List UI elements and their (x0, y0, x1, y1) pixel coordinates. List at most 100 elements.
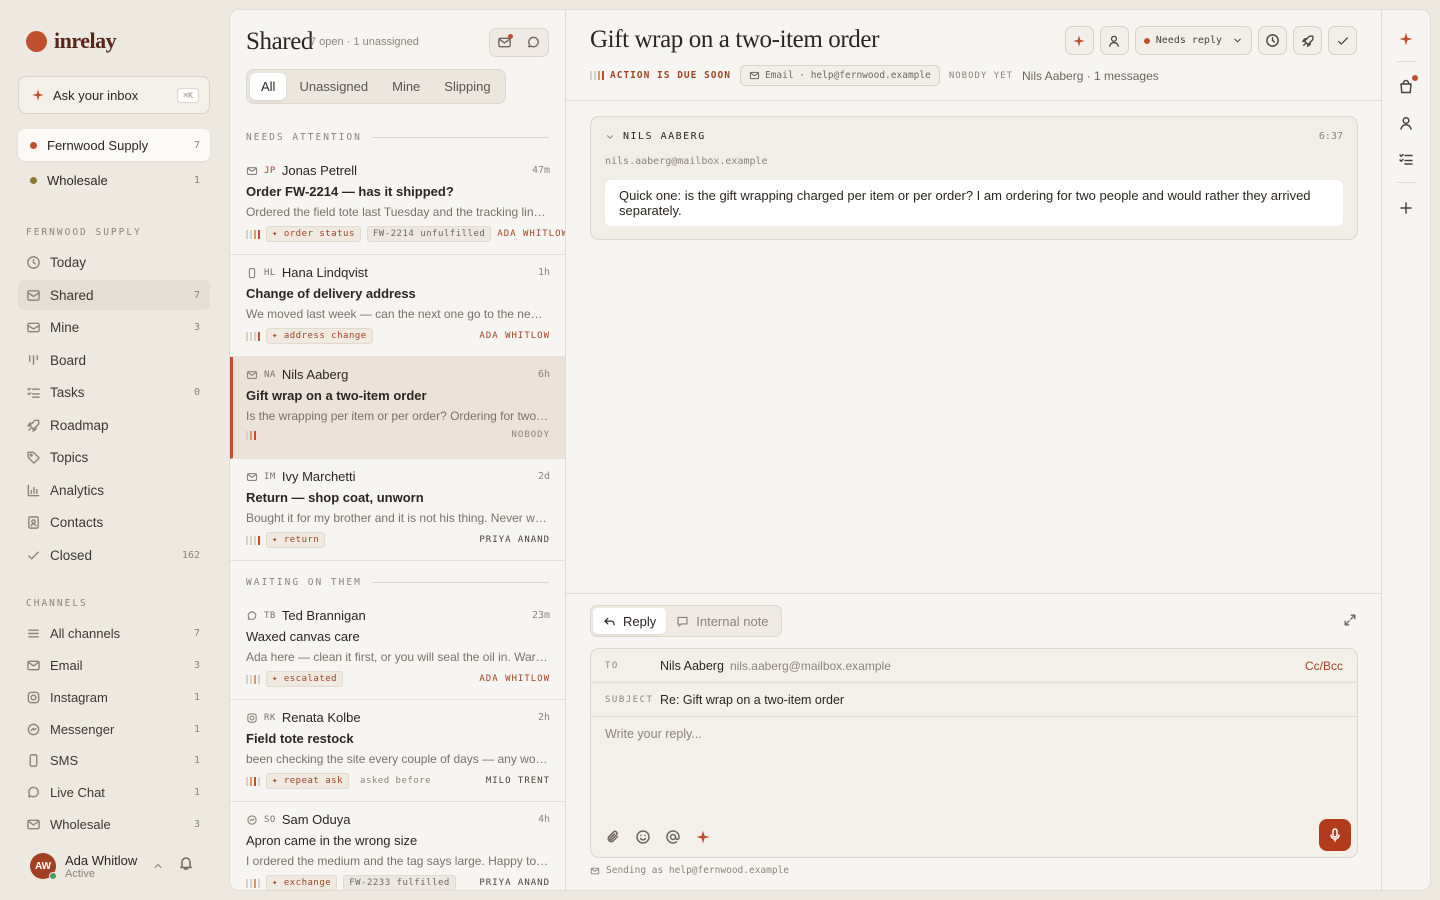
nav-item-roadmap[interactable]: Roadmap (18, 410, 210, 440)
channel-pill[interactable]: Email · help@fernwood.example (739, 65, 940, 86)
workspace-wholesale[interactable]: Wholesale 1 (18, 164, 210, 196)
reply-body-input[interactable]: Write your reply... (605, 727, 702, 741)
nav-item-today[interactable]: Today (18, 247, 210, 277)
sending-as-text: Sending as help@fernwood.example (606, 865, 790, 876)
group-label-text: WAITING ON THEM (246, 577, 362, 588)
tab-mine[interactable]: Mine (381, 73, 431, 100)
message-sender-toggle[interactable]: NILS AABERG (605, 131, 706, 142)
list-item-selected[interactable]: NA Nils Aaberg 6h Gift wrap on a two-ite… (230, 357, 565, 459)
voice-input-button[interactable] (1319, 819, 1351, 851)
contact-name: Hana Lindqvist (281, 265, 368, 280)
urgency-meter-icon (246, 535, 260, 545)
status-dropdown[interactable]: Needs reply (1134, 26, 1252, 55)
app-logo[interactable]: inrelay (26, 28, 117, 54)
message-body: Quick one: is the gift wrapping charged … (605, 180, 1343, 226)
channel-label: Live Chat (50, 784, 105, 800)
nav-item-mine[interactable]: Mine 3 (18, 312, 210, 342)
nav-item-closed[interactable]: Closed 162 (18, 540, 210, 570)
tab-unassigned[interactable]: Unassigned (288, 73, 379, 100)
tab-internal-note[interactable]: Internal note (666, 608, 778, 634)
item-tag: ✦ return (266, 532, 326, 548)
contact-initials: HL (264, 267, 276, 278)
nav-item-count: 0 (193, 386, 200, 398)
nav-item-board[interactable]: Board (18, 345, 210, 375)
list-item[interactable]: JP Jonas Petrell 47m Order FW-2214 — has… (230, 153, 565, 255)
snooze-button[interactable] (1258, 26, 1287, 55)
ai-panel-button[interactable] (1396, 29, 1416, 49)
ask-inbox-button[interactable]: Ask your inbox ⌘K (18, 76, 210, 114)
channel-all[interactable]: All channels 7 (18, 619, 210, 647)
channel-messenger[interactable]: Messenger 1 (18, 715, 210, 743)
new-chat-button[interactable] (519, 29, 548, 56)
tasks-icon (1399, 153, 1413, 165)
nav-item-label: Closed (50, 547, 93, 563)
item-subject: Change of delivery address (246, 286, 416, 301)
composer-tabs: Reply Internal note (590, 605, 782, 637)
list-item[interactable]: RK Renata Kolbe 2h Field tote restock be… (230, 700, 565, 802)
to-field[interactable]: TO Nils Aaberg nils.aaberg@mailbox.examp… (591, 649, 1357, 683)
nav-item-contacts[interactable]: Contacts (18, 507, 210, 537)
rocket-icon (1301, 35, 1313, 47)
contact-panel-button[interactable] (1396, 113, 1416, 133)
tab-slipping[interactable]: Slipping (433, 73, 501, 100)
sidebar: inrelay Ask your inbox ⌘K Fernwood Suppl… (0, 0, 228, 900)
tab-all[interactable]: All (250, 73, 287, 100)
channel-instagram[interactable]: Instagram 1 (18, 683, 210, 711)
chevron-down-icon (607, 134, 613, 139)
nav-item-topics[interactable]: Topics (18, 442, 210, 472)
mention-button[interactable] (665, 829, 681, 845)
mail-icon (749, 71, 760, 80)
ai-draft-button[interactable] (695, 829, 711, 845)
notifications-button[interactable] (178, 855, 194, 871)
sparkle-icon (1399, 32, 1413, 46)
app-name: inrelay (54, 28, 117, 53)
item-subject: Return — shop coat, unworn (246, 490, 424, 505)
urgency-meter-icon (246, 674, 260, 684)
item-tag: FW-2214 unfulfilled (366, 226, 492, 242)
new-email-button[interactable] (490, 29, 519, 56)
workspace-count: 7 (193, 139, 200, 151)
list-item[interactable]: HL Hana Lindqvist 1h Change of delivery … (230, 255, 565, 357)
nav-item-label: Board (50, 352, 87, 368)
user-icon (1400, 116, 1412, 130)
nav-item-tasks[interactable]: Tasks 0 (18, 377, 210, 407)
add-panel-button[interactable] (1396, 198, 1416, 218)
nav-item-shared[interactable]: Shared 7 (18, 280, 210, 310)
user-status: Active (65, 867, 95, 880)
orders-panel-button[interactable] (1396, 75, 1418, 97)
conversation-meta: ACTION IS DUE SOON Email · help@fernwood… (590, 65, 1159, 86)
workspace-dot-icon (30, 141, 37, 149)
user-name: Ada Whitlow (65, 852, 138, 868)
reply-icon (604, 617, 615, 625)
item-tag: ✦ order status (266, 226, 361, 242)
workspace-fernwood-supply[interactable]: Fernwood Supply 7 (18, 129, 210, 161)
emoji-button[interactable] (635, 829, 651, 845)
channel-sms[interactable]: SMS 1 (18, 746, 210, 774)
channel-wholesale[interactable]: Wholesale 3 (18, 810, 210, 838)
cc-bcc-button[interactable]: Cc/Bcc (1305, 659, 1343, 673)
nav-item-label: Analytics (50, 482, 105, 498)
tab-reply[interactable]: Reply (593, 608, 667, 634)
ai-assist-button[interactable] (1064, 26, 1094, 55)
nav-item-analytics[interactable]: Analytics (18, 475, 210, 505)
subject-field[interactable]: SUBJECT Re: Gift wrap on a two-item orde… (591, 683, 1357, 717)
list-item[interactable]: SO Sam Oduya 4h Apron came in the wrong … (230, 802, 565, 890)
list-item[interactable]: TB Ted Brannigan 23m Waxed canvas care A… (230, 598, 565, 700)
assign-button[interactable] (1099, 26, 1129, 55)
mail-icon (246, 370, 258, 379)
close-conversation-button[interactable] (1328, 26, 1357, 55)
workspace-name: Wholesale (47, 172, 108, 188)
channel-email[interactable]: Email 3 (18, 651, 210, 679)
divider (566, 593, 1381, 594)
escalate-button[interactable] (1293, 26, 1322, 55)
list-item[interactable]: IM Ivy Marchetti 2d Return — shop coat, … (230, 459, 565, 561)
item-subject: Field tote restock (246, 731, 354, 746)
expand-composer-button[interactable] (1343, 613, 1357, 627)
message-time: 6:37 (1318, 131, 1343, 142)
expand-icon (1344, 614, 1356, 626)
tasks-panel-button[interactable] (1396, 149, 1416, 169)
item-tag: ✦ repeat ask (266, 773, 350, 789)
channel-live-chat[interactable]: Live Chat 1 (18, 778, 210, 806)
attach-button[interactable] (605, 829, 621, 845)
rocket-icon (27, 419, 40, 432)
